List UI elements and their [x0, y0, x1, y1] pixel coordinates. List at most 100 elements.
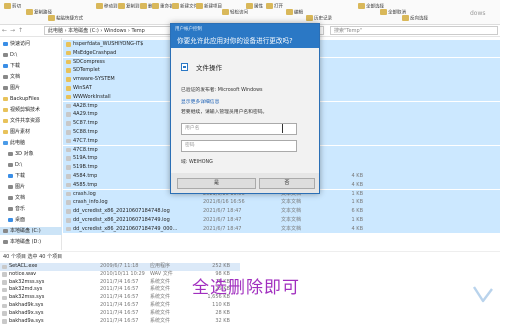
sidebar-item-label: 快速访问: [10, 41, 31, 47]
file-icon: [2, 303, 7, 308]
file-name: vmware-SYSTEM: [73, 76, 115, 83]
password-field[interactable]: 密码: [181, 140, 297, 152]
folder-icon: [8, 217, 13, 222]
file-row[interactable]: dd_vcredist_x86_20210607184748.log 2021/6…: [63, 207, 500, 216]
sidebar-item[interactable]: 文档: [8, 194, 25, 202]
file-name: bak32mss.sys: [9, 278, 45, 285]
sidebar-item[interactable]: 快速访问: [3, 40, 30, 48]
folder-icon: [3, 228, 8, 233]
file-icon: [66, 138, 71, 144]
file-row[interactable]: dd_vcredist_x86_20210607184749_000... 202…: [63, 224, 500, 234]
sidebar-item-label: 本地磁盘 (C:): [10, 228, 41, 234]
ribbon-item[interactable]: 移动到: [96, 3, 118, 21]
file-name: 519B.tmp: [73, 164, 98, 171]
file-type: 文本文档: [281, 199, 302, 206]
sidebar-item[interactable]: 图片: [8, 183, 25, 191]
file-date: 2021/6/7 18:47: [203, 217, 242, 223]
sidebar-item[interactable]: 本地磁盘 (C:): [0, 227, 62, 235]
file-name: 4A28.tmp: [73, 102, 98, 109]
ribbon-item[interactable]: 打开: [266, 3, 283, 21]
nav-buttons[interactable]: ←→↑: [2, 27, 26, 34]
search-input[interactable]: 搜索"Temp": [330, 26, 498, 35]
ribbon-item[interactable]: 复制到: [118, 3, 140, 21]
file-icon: [2, 311, 7, 316]
file-date: 2009/6/7 11:18: [100, 263, 139, 269]
ribbon-icon: [48, 15, 55, 21]
sidebar-item-label: 图片素材: [10, 129, 31, 135]
sidebar-item[interactable]: 此电脑: [3, 139, 25, 147]
file-icon: [66, 182, 71, 188]
file-name: 5C88.tmp: [73, 129, 98, 135]
ribbon-icon: [286, 9, 293, 15]
no-button[interactable]: 否: [259, 178, 315, 189]
file-row[interactable]: crash_info.log 2021/6/16 16:56 文本文档 1 KB: [63, 198, 500, 208]
sidebar-item-label: 3D 对象: [15, 151, 34, 157]
ribbon-icon: [118, 3, 125, 9]
file-size: 6 KB: [351, 208, 363, 215]
sidebar-item[interactable]: 下载: [3, 62, 20, 70]
sidebar-item[interactable]: 文档: [3, 73, 20, 81]
show-details-link[interactable]: 显示更多详细信息: [181, 98, 219, 105]
file-name: notice.wav: [9, 270, 37, 277]
sidebar-item[interactable]: 图片: [3, 84, 20, 92]
ribbon-item[interactable]: 属性: [246, 3, 263, 21]
sidebar-item[interactable]: 桌面: [8, 216, 25, 224]
file-name: bak32md.sys: [9, 286, 43, 293]
file-name: bakhad9k.sys: [9, 302, 44, 308]
sidebar-item-label: 文档: [10, 74, 21, 80]
file-size: 4 KB: [351, 181, 363, 188]
uac-publisher: 已验证的发布者: Microsoft Windows: [181, 88, 263, 93]
folder-icon: [66, 68, 71, 73]
ribbon-label: 移动到: [104, 4, 118, 10]
background-file-row[interactable]: bakhad9a.sys 2011/7/4 16:57 系统文件 32 KB: [0, 318, 240, 325]
uac-button-bar: 是 否: [171, 173, 319, 193]
file-name: dd_vcredist_x86_20210607184749_000...: [73, 225, 178, 232]
sidebar-item[interactable]: 3D 对象: [8, 150, 34, 158]
tutorial-caption: 全选删除即可: [192, 278, 300, 298]
background-file-row[interactable]: bakhad9x.sys 2011/7/4 16:57 系统文件 28 KB: [0, 310, 240, 318]
sidebar-item-label: D:\: [15, 162, 23, 168]
file-icon: [2, 295, 7, 301]
sidebar-item[interactable]: 音乐: [8, 205, 25, 213]
sidebar-item[interactable]: 文件共享资源: [3, 117, 40, 125]
sidebar-item[interactable]: 图片素材: [3, 128, 30, 136]
ribbon-label: 剪切: [12, 4, 21, 10]
yes-button[interactable]: 是: [177, 178, 256, 189]
file-type: 文本文档: [281, 208, 302, 215]
ribbon-item[interactable]: 剪切: [4, 3, 21, 21]
ribbon-icon: [172, 3, 179, 9]
sidebar-item[interactable]: D:\: [8, 161, 22, 169]
sidebar-item[interactable]: D:\: [3, 51, 17, 59]
ribbon-item[interactable]: 新建项目: [196, 3, 222, 21]
status-bar: 40 个项目 选中 40 个项目: [0, 251, 500, 262]
ribbon-item[interactable]: 重命名: [152, 3, 174, 21]
file-type: 系统文件: [150, 317, 171, 324]
uac-dialog: 用户帐户控制 你要允许此应用对你的设备进行更改吗? 文件操作 已验证的发布者: …: [170, 23, 320, 194]
file-size: 110 KB: [212, 302, 230, 308]
file-name: SDCompress: [73, 58, 105, 65]
file-name: MsEdgeCrashpad: [73, 49, 117, 56]
text-cursor: [282, 124, 283, 133]
sidebar-item[interactable]: 下载: [8, 172, 25, 180]
folder-icon: [3, 74, 8, 79]
sidebar-item[interactable]: BackupFiles: [3, 95, 39, 103]
background-file-row[interactable]: SetACL.exe 2009/6/7 11:18 应用程序 252 KB: [0, 263, 240, 271]
folder-icon: [3, 118, 8, 123]
sidebar-item[interactable]: 视频剪辑技术: [3, 106, 40, 114]
file-name: 5C87.tmp: [73, 120, 98, 127]
file-icon: [66, 209, 71, 214]
file-icon: [66, 103, 71, 109]
sidebar-item-label: 下载: [15, 173, 26, 179]
file-size: 1 KB: [351, 217, 363, 223]
file-name: SetACL.exe: [9, 263, 38, 269]
sidebar-item-label: 视频剪辑技术: [10, 107, 41, 113]
sidebar-item-label: 本地磁盘 (D:): [10, 239, 42, 245]
background-file-row[interactable]: bakhad9k.sys 2011/7/4 16:57 系统文件 110 KB: [0, 302, 240, 310]
file-type: 系统文件: [150, 309, 171, 316]
file-icon: [66, 121, 71, 126]
file-row[interactable]: dd_vcredist_x86_20210607184749.log 2021/6…: [63, 216, 500, 225]
file-icon: [66, 130, 71, 135]
file-name: bakhad9x.sys: [9, 309, 44, 316]
username-field[interactable]: 用户名: [181, 123, 297, 135]
sidebar-item[interactable]: 本地磁盘 (D:): [3, 238, 41, 246]
